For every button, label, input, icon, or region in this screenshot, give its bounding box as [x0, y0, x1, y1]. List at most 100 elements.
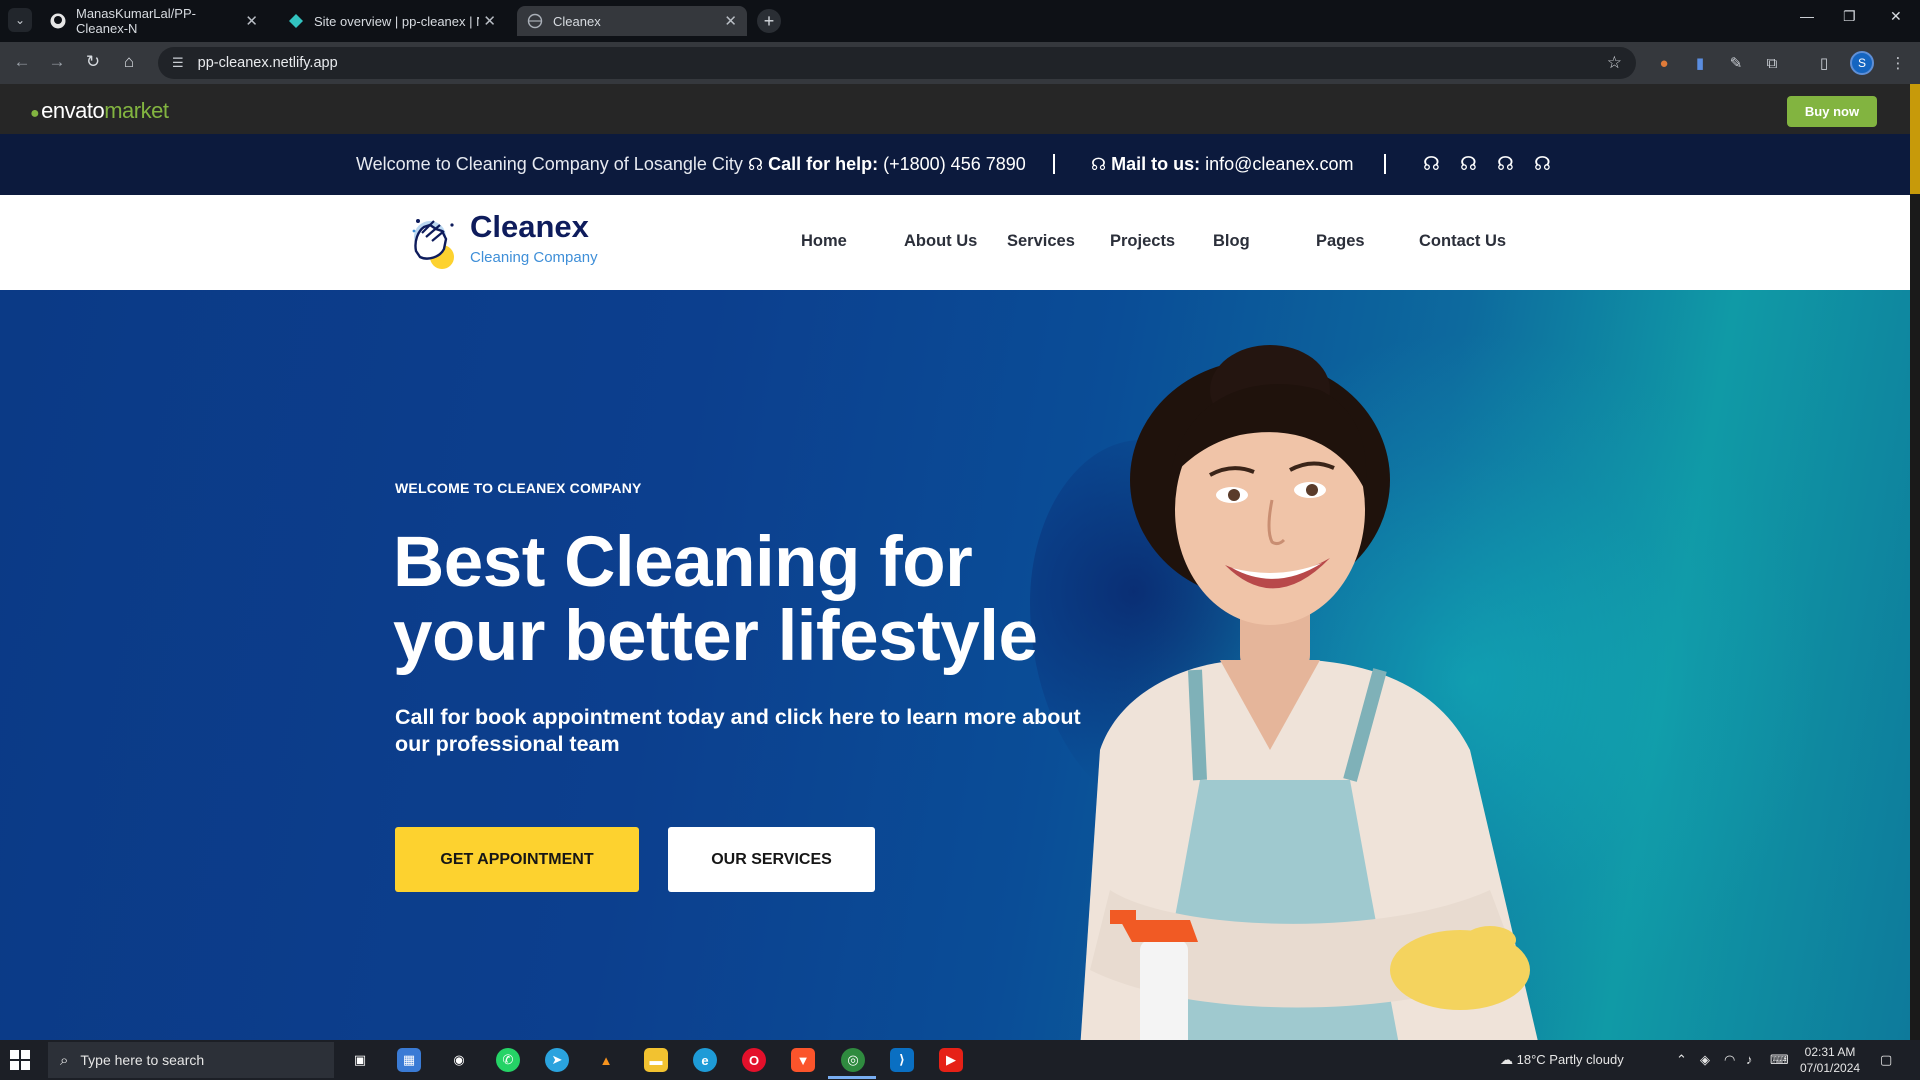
divider [1053, 154, 1055, 174]
envato-logo[interactable]: ●envatomarket [30, 98, 169, 124]
clock[interactable]: 02:31 AM 07/01/2024 [1800, 1044, 1860, 1076]
tab-title: ManasKumarLal/PP-Cleanex-N [76, 6, 196, 36]
maps-pin-icon[interactable]: ◉ [447, 1048, 471, 1072]
site-header: Cleanex Cleaning Company Home About Us S… [0, 195, 1910, 290]
brave-icon[interactable]: ▼ [791, 1048, 815, 1072]
tab-search-button[interactable]: ⌄ [8, 8, 32, 32]
mail-address: info@cleanex.com [1205, 154, 1354, 174]
defender-icon[interactable]: ◈ [1700, 1052, 1710, 1068]
url-text: pp-cleanex.netlify.app [197, 55, 338, 71]
forward-icon[interactable]: → [46, 52, 68, 72]
get-appointment-button[interactable]: GET APPOINTMENT [395, 827, 639, 892]
smiling-cleaner-woman-image [1080, 345, 1538, 1040]
nav-home[interactable]: Home [801, 232, 847, 251]
buy-now-button[interactable]: Buy now [1787, 96, 1877, 127]
call-label: Call for help: [768, 154, 879, 174]
close-icon[interactable]: ✕ [724, 12, 737, 30]
browser-toolbar: ← → ↻ ⌂ ☰ pp-cleanex.netlify.app ☆ ● ▮ ✎… [0, 42, 1920, 84]
browser-tab-github[interactable]: ManasKumarLal/PP-Cleanex-N ✕ [40, 6, 268, 36]
globe-icon [527, 13, 543, 29]
search-icon: ⌕ [60, 1051, 69, 1069]
browser-tab-cleanex[interactable]: Cleanex ✕ [517, 6, 747, 36]
cookie-extension-icon[interactable]: ● [1654, 53, 1674, 73]
back-icon[interactable]: ← [11, 52, 33, 72]
clock-date: 07/01/2024 [1800, 1061, 1861, 1075]
window-close-icon[interactable]: ✕ [1890, 8, 1902, 25]
call-help[interactable]: ☊ Call for help: (+1800) 456 7890 [748, 154, 1026, 175]
call-number: (+1800) 456 7890 [883, 154, 1026, 174]
reload-icon[interactable]: ↻ [82, 52, 104, 72]
keyboard-icon[interactable]: ⌨ [1770, 1052, 1789, 1068]
windows-start-icon[interactable] [10, 1050, 30, 1070]
profile-avatar[interactable]: S [1850, 51, 1874, 75]
wifi-icon[interactable]: ◠ [1724, 1052, 1735, 1068]
minimize-icon[interactable]: — [1800, 8, 1814, 24]
close-icon[interactable]: ✕ [483, 12, 496, 30]
docs-extension-icon[interactable]: ▮ [1690, 53, 1710, 73]
welcome-text: Welcome to Cleaning Company of Losangle … [356, 154, 743, 174]
chrome-icon[interactable]: ◎ [841, 1048, 865, 1072]
eyedropper-extension-icon[interactable]: ✎ [1726, 53, 1746, 73]
windows-taskbar: ⌕ Type here to search ▣ ▦ ◉ ✆ ➤ ▲ ▬ e O … [0, 1040, 1920, 1080]
social-icon-1[interactable]: ☊ [1423, 153, 1440, 176]
weather-cloud-icon: ☁ [1500, 1052, 1513, 1067]
close-icon[interactable]: ✕ [245, 12, 258, 30]
tray-chevron-icon[interactable]: ⌃ [1676, 1052, 1687, 1068]
browser-menu-icon[interactable]: ⋮ [1888, 53, 1908, 73]
nav-projects[interactable]: Projects [1110, 232, 1175, 251]
mail-us[interactable]: ☊ Mail to us: info@cleanex.com [1091, 154, 1353, 175]
active-app-indicator [828, 1076, 876, 1079]
opera-icon[interactable]: O [742, 1048, 766, 1072]
side-panel-icon[interactable]: ▯ [1814, 53, 1834, 73]
page-scrollbar-thumb[interactable] [1910, 84, 1920, 194]
our-services-button[interactable]: OUR SERVICES [668, 827, 875, 892]
site-top-bar: Welcome to Cleaning Company of Losangle … [0, 134, 1910, 195]
social-icon-3[interactable]: ☊ [1497, 153, 1514, 176]
address-field[interactable]: ☰ pp-cleanex.netlify.app ☆ [158, 47, 1636, 79]
youtube-icon[interactable]: ▶ [939, 1048, 963, 1072]
taskbar-search-box[interactable]: ⌕ Type here to search [48, 1042, 334, 1078]
headset-icon: ☊ [748, 155, 764, 174]
divider [1384, 154, 1386, 174]
envato-word: envato [41, 98, 105, 123]
github-icon [50, 13, 66, 29]
brand-name[interactable]: Cleanex [470, 209, 589, 245]
site-info-icon[interactable]: ☰ [172, 55, 184, 71]
extensions-puzzle-icon[interactable]: ⧉ [1762, 53, 1782, 73]
leaf-icon: ● [30, 105, 40, 122]
cleaning-hand-logo-icon[interactable] [408, 211, 462, 269]
headset-icon: ☊ [1091, 155, 1107, 174]
restore-icon[interactable]: ❐ [1843, 8, 1856, 25]
social-icon-2[interactable]: ☊ [1460, 153, 1477, 176]
edge-icon[interactable]: e [693, 1048, 717, 1072]
whatsapp-icon[interactable]: ✆ [496, 1048, 520, 1072]
bookmark-star-icon[interactable]: ☆ [1607, 53, 1622, 73]
store-icon[interactable]: ▦ [397, 1048, 421, 1072]
market-word: market [104, 98, 169, 123]
nav-about-us[interactable]: About Us [904, 232, 977, 251]
nav-services[interactable]: Services [1007, 232, 1075, 251]
hero-subline: Call for book appointment today and clic… [395, 705, 1081, 756]
search-placeholder: Type here to search [80, 1052, 205, 1068]
brand-tagline: Cleaning Company [470, 249, 598, 266]
telegram-icon[interactable]: ➤ [545, 1048, 569, 1072]
nav-pages[interactable]: Pages [1316, 232, 1365, 251]
volume-icon[interactable]: ♪ [1746, 1052, 1753, 1067]
social-icon-4[interactable]: ☊ [1534, 153, 1551, 176]
page-scrollbar-track[interactable] [1910, 194, 1920, 1040]
tab-title: Cleanex [553, 13, 601, 29]
clock-time: 02:31 AM [1804, 1045, 1856, 1059]
weather-widget[interactable]: ☁ 18°C Partly cloudy [1500, 1052, 1624, 1068]
vlc-icon[interactable]: ▲ [594, 1048, 618, 1072]
notifications-icon[interactable]: ▢ [1880, 1052, 1892, 1068]
nav-contact-us[interactable]: Contact Us [1419, 232, 1506, 251]
netlify-icon [289, 14, 303, 28]
browser-tab-netlify[interactable]: Site overview | pp-cleanex | Net ✕ [278, 6, 506, 36]
task-view-icon[interactable]: ▣ [348, 1048, 372, 1072]
home-icon[interactable]: ⌂ [118, 52, 140, 72]
nav-blog[interactable]: Blog [1213, 232, 1250, 251]
file-explorer-icon[interactable]: ▬ [644, 1048, 668, 1072]
browser-tab-bar: ⌄ ManasKumarLal/PP-Cleanex-N ✕ Site over… [0, 0, 1920, 42]
vscode-icon[interactable]: ⟩ [890, 1048, 914, 1072]
new-tab-button[interactable]: + [757, 9, 781, 33]
